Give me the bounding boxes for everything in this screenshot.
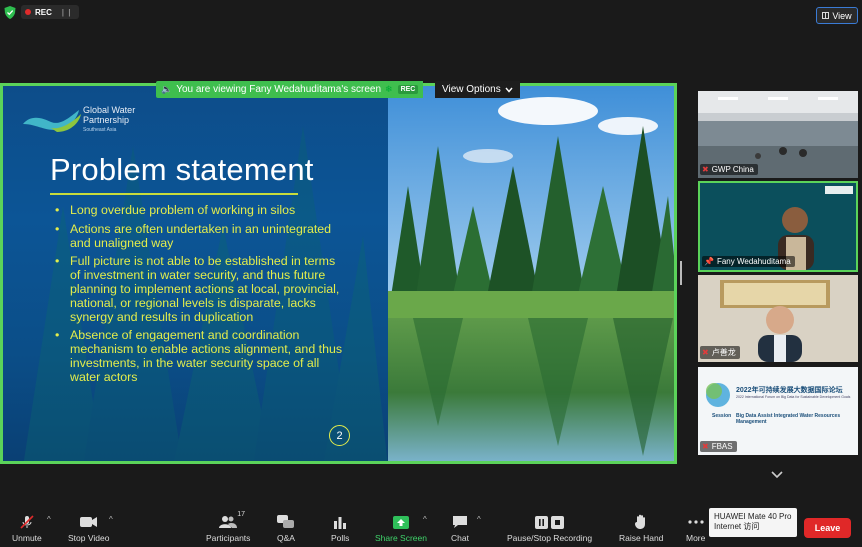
- participant-name-tag: ✖ FBAS: [700, 441, 737, 452]
- chevron-down-icon: [505, 87, 513, 93]
- more-label: More: [686, 533, 706, 543]
- view-button[interactable]: View: [816, 7, 858, 24]
- chat-bubble-icon: [452, 516, 467, 528]
- record-dot-icon: [25, 9, 31, 15]
- participant-tile[interactable]: ✖ GWP China: [698, 91, 858, 178]
- network-tooltip: HUAWEI Mate 40 Pro Internet 访问: [709, 508, 797, 537]
- tooltip-line2: Internet 访问: [714, 522, 760, 531]
- qa-label: Q&A: [277, 533, 295, 543]
- unmute-label: Unmute: [12, 533, 42, 543]
- audio-options-caret-icon[interactable]: ^: [47, 515, 51, 524]
- running-person-icon: ❄: [385, 84, 393, 94]
- chat-button[interactable]: Chat: [451, 513, 469, 543]
- participant-name: GWP China: [711, 165, 754, 174]
- logo-line2: Partnership: [83, 115, 130, 125]
- fbas-title-cn: 2022年可持续发展大数据国际论坛: [736, 387, 843, 394]
- share-rec-tag: REC: [397, 85, 419, 94]
- raise-hand-label: Raise Hand: [619, 533, 664, 543]
- video-options-caret-icon[interactable]: ^: [109, 515, 113, 524]
- participant-name-tag: 📌 Fany Wedahuditama: [702, 256, 795, 267]
- shared-screen: Global Water Partnership Southeast Asia …: [0, 83, 677, 464]
- slide-bullets: Long overdue problem of working in silos…: [53, 203, 343, 390]
- logo-line1: Global Water: [83, 105, 136, 115]
- participant-name: Fany Wedahuditama: [716, 257, 791, 266]
- share-banner-text: You are viewing Fany Wedahuditama's scre…: [176, 84, 382, 95]
- share-screen-label: Share Screen: [375, 533, 427, 543]
- qa-button[interactable]: Q&A: [277, 513, 295, 543]
- stop-video-label: Stop Video: [68, 533, 110, 543]
- polls-button[interactable]: Polls: [331, 513, 349, 543]
- unmute-button[interactable]: Unmute: [12, 513, 42, 543]
- chat-label: Chat: [451, 533, 469, 543]
- leave-button[interactable]: Leave: [804, 518, 851, 538]
- share-screen-arrow-icon: [392, 515, 409, 529]
- participant-name-tag: ✖ GWP China: [700, 164, 758, 175]
- bullet-item: Absence of engagement and coordination m…: [53, 328, 343, 384]
- participants-count: 17: [237, 511, 245, 518]
- participants-icon: [219, 516, 238, 528]
- recording-indicator[interactable]: REC | |: [21, 5, 80, 19]
- participant-name: FBAS: [711, 442, 733, 451]
- fbas-session-text: Big Data Assist Integrated Water Resourc…: [736, 413, 841, 425]
- view-options-label: View Options: [442, 84, 501, 95]
- layout-grid-icon: [822, 12, 830, 19]
- raise-hand-button[interactable]: Raise Hand: [619, 513, 663, 543]
- participant-tile[interactable]: ✖ 卢善龙: [698, 275, 858, 362]
- participants-label: Participants: [206, 533, 251, 543]
- mic-muted-icon: ✖: [702, 348, 709, 357]
- tooltip-line1: HUAWEI Mate 40 Pro: [714, 512, 792, 521]
- qa-chat-bubbles-icon: [277, 515, 294, 528]
- mic-muted-icon: ✖: [702, 165, 709, 174]
- screen-share-banner: 🔈 You are viewing Fany Wedahuditama's sc…: [156, 81, 424, 98]
- view-label: View: [832, 10, 852, 21]
- polls-bar-icon: [334, 517, 347, 529]
- raise-hand-icon: [635, 514, 646, 529]
- polls-label: Polls: [331, 533, 350, 543]
- bullet-item: Full picture is not able to be establish…: [53, 254, 343, 324]
- resize-handle[interactable]: [680, 261, 682, 285]
- zoom-meeting-window: REC | | View 🔈 You are viewing Fany Weda…: [0, 0, 862, 547]
- recording-label: Pause/Stop Recording: [507, 533, 593, 543]
- video-camera-icon: [79, 517, 97, 527]
- microphone-muted-icon: [20, 515, 34, 529]
- more-button[interactable]: More: [686, 513, 705, 543]
- shield-icon[interactable]: [4, 6, 16, 19]
- pin-icon: 📌: [704, 257, 714, 266]
- participant-name-tag: ✖ 卢善龙: [700, 346, 740, 359]
- chat-options-caret-icon[interactable]: ^: [477, 515, 481, 524]
- participant-tile-active-speaker[interactable]: 📌 Fany Wedahuditama: [698, 181, 858, 272]
- forest-lake-photo: [388, 86, 674, 461]
- mic-muted-icon: ✖: [702, 442, 709, 451]
- pause-stop-recording-button[interactable]: Pause/Stop Recording: [507, 513, 592, 543]
- participants-button[interactable]: 17 Participants: [206, 511, 251, 543]
- bullet-item: Long overdue problem of working in silos: [53, 203, 343, 218]
- speaker-icon: 🔈: [161, 84, 173, 94]
- logo-text: Global Water Partnership Southeast Asia: [83, 105, 135, 135]
- scroll-down-chevron-icon[interactable]: [770, 470, 784, 480]
- pause-recording-icon[interactable]: | |: [62, 8, 71, 17]
- participant-name: 卢善龙: [711, 348, 736, 357]
- title-underline: [50, 193, 298, 195]
- slide-text-panel: Global Water Partnership Southeast Asia …: [3, 86, 388, 461]
- fbas-title-en: 2022 International Forum on Big Data for…: [736, 395, 851, 399]
- share-options-caret-icon[interactable]: ^: [423, 515, 427, 524]
- stop-video-button[interactable]: Stop Video: [68, 513, 109, 543]
- more-dots-icon: [688, 520, 704, 524]
- bullet-item: Actions are often undertaken in an unint…: [53, 222, 343, 251]
- slide-page-number: 2: [329, 425, 350, 446]
- stop-icon: [551, 515, 565, 529]
- logo-sub: Southeast Asia: [83, 127, 117, 133]
- fbas-session-label: Session: [712, 413, 732, 419]
- pause-icon: [535, 515, 549, 529]
- share-screen-button[interactable]: Share Screen: [375, 513, 427, 543]
- participant-tile[interactable]: 2022年可持续发展大数据国际论坛 2022 International For…: [698, 367, 858, 455]
- view-options-button[interactable]: View Options: [435, 81, 520, 98]
- rec-label: REC: [35, 7, 52, 17]
- slide-title: Problem statement: [50, 152, 314, 187]
